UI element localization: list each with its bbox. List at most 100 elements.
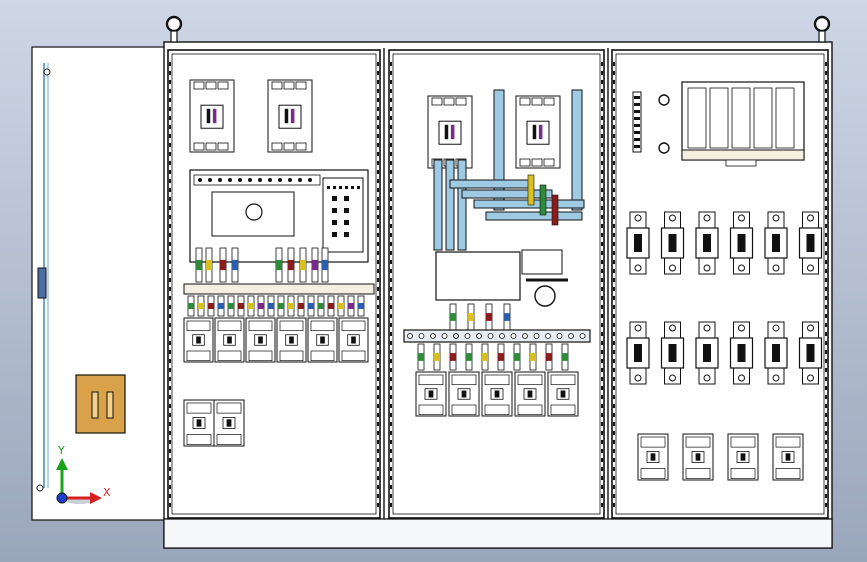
feeder-breaker-5-bottom-cap: [310, 350, 335, 362]
rail-hole: [613, 494, 615, 498]
rail-hole: [601, 98, 603, 102]
rail-hole: [613, 179, 615, 183]
rail-hole: [377, 503, 379, 507]
rail-hole: [601, 278, 603, 282]
rail-hole: [613, 503, 615, 507]
rail-hole: [613, 107, 615, 111]
fuse-row2-4: [729, 321, 754, 385]
spare-breaker-2-bottom-cap: [216, 434, 242, 445]
outgoing-breaker-5: [547, 371, 579, 417]
rail-hole: [601, 233, 603, 237]
fuse-row1-6: [798, 211, 823, 275]
switch-out-wire-4: [503, 303, 511, 331]
incomer-breaker-2-window: [526, 120, 550, 145]
rail-hole: [169, 224, 171, 228]
rail-hole: [377, 395, 379, 399]
rail-hole: [613, 404, 615, 408]
rail-hole: [601, 386, 603, 390]
fuse-row1-3-label: [703, 234, 711, 252]
rail-hole: [390, 71, 392, 75]
ats-button: [344, 220, 349, 225]
rail-hole: [613, 449, 615, 453]
rail-hole: [169, 368, 171, 372]
busbar-bolt: [545, 333, 551, 339]
rail-hole: [825, 170, 827, 174]
rail-hole: [825, 467, 827, 471]
fuse-row2-1: [626, 321, 650, 385]
outgoing-breaker-5-toggle: [560, 390, 566, 398]
rail-hole: [601, 359, 603, 363]
rail-hole: [825, 107, 827, 111]
rail-hole: [601, 476, 603, 480]
rail-hole: [377, 197, 379, 201]
aux-breaker-4-bottom-cap: [775, 468, 801, 479]
fuse-row2-4-label: [737, 344, 746, 362]
ats-screw: [258, 178, 262, 182]
rail-hole: [169, 80, 171, 84]
rail-hole: [601, 215, 603, 219]
rail-hole: [613, 242, 615, 246]
ats-output-wire-3-marker: [220, 259, 226, 271]
fuse-row1-3-screw-top: [703, 214, 711, 222]
horizontal-busbar-1: [449, 179, 531, 189]
rail-hole: [169, 341, 171, 345]
rail-hole: [169, 287, 171, 291]
rail-hole: [601, 188, 603, 192]
rail-hole: [613, 188, 615, 192]
rail-hole: [825, 341, 827, 345]
feeder-breaker-4-bottom-cap: [279, 350, 304, 362]
door-hinge-top: [43, 68, 51, 76]
rail-hole: [377, 431, 379, 435]
incomer-breaker-2-terminal-top: [531, 97, 543, 106]
rail-hole: [613, 287, 615, 291]
feeder-breaker-6-bottom-cap: [341, 350, 366, 362]
feeder-wire-18: [357, 295, 365, 317]
rail-hole: [613, 305, 615, 309]
rail-hole: [169, 485, 171, 489]
fuse-row2-1-screw-top: [634, 324, 642, 332]
incomer-breaker-2-indicator: [538, 124, 543, 140]
fuse-row1-1-label: [634, 234, 642, 252]
fuse-row1-5-label: [772, 234, 780, 252]
rail-hole: [601, 314, 603, 318]
outgoing-wire-3: [449, 343, 457, 371]
db-module: [775, 87, 795, 149]
rail-hole: [390, 134, 392, 138]
rail-hole: [825, 305, 827, 309]
fuse-row2-3-screw-bottom: [703, 374, 711, 382]
rail-hole: [601, 125, 603, 129]
cad-viewport[interactable]: Y X: [0, 0, 867, 562]
rail-hole: [169, 422, 171, 426]
rail-hole: [601, 89, 603, 93]
rail-hole: [613, 341, 615, 345]
rail-hole: [377, 89, 379, 93]
rail-hole: [613, 350, 615, 354]
rail-hole: [613, 323, 615, 327]
fuse-row1-5-screw-top: [772, 214, 780, 222]
feeder-wire-9: [267, 295, 275, 317]
rail-hole: [601, 260, 603, 264]
aux-breaker-1-bottom-cap: [640, 468, 666, 479]
rail-hole: [390, 233, 392, 237]
main-breaker-1-terminal-top: [193, 81, 205, 90]
rail-hole: [825, 242, 827, 246]
outgoing-wire-4-marker: [466, 353, 472, 361]
rail-hole: [377, 251, 379, 255]
rail-hole: [825, 179, 827, 183]
ats-button: [332, 220, 337, 225]
rail-hole: [390, 188, 392, 192]
rail-hole: [377, 494, 379, 498]
rail-hole: [825, 386, 827, 390]
incomer-riser-3: [457, 159, 467, 251]
fuse-row2-6-label: [806, 344, 815, 362]
feeder-breaker-5-toggle: [320, 336, 325, 344]
rail-hole: [169, 395, 171, 399]
lifting-eye-2: [813, 15, 831, 33]
phase-marker-2: [539, 184, 547, 216]
ats-output-wire-5: [275, 247, 283, 283]
busbar-bolt: [464, 333, 471, 339]
rail-hole: [825, 296, 827, 300]
ats-output-wire-7: [299, 247, 307, 283]
ats-output-wire-2-marker: [206, 259, 212, 271]
cabinet-plinth: [163, 518, 833, 549]
